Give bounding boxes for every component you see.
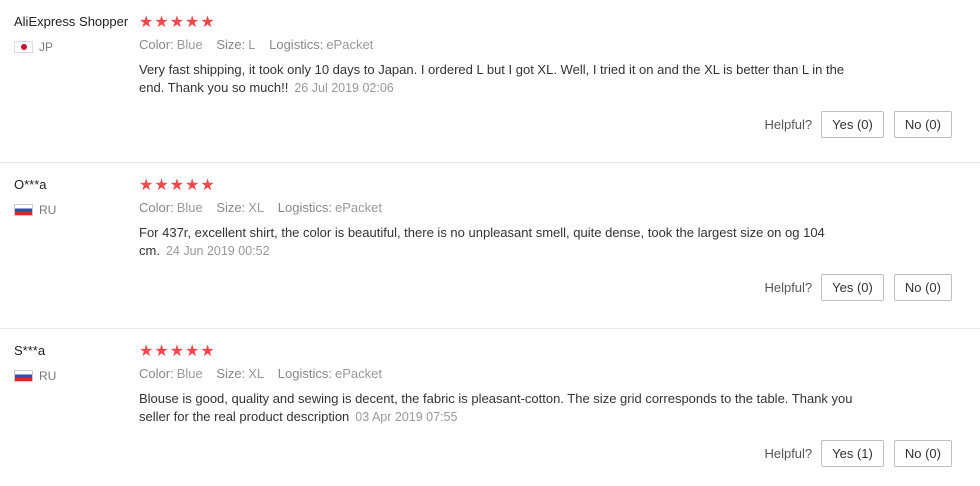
review-date: 24 Jun 2019 00:52 [165,244,270,258]
helpful-vote: Helpful? Yes (0) No (0) [764,274,952,301]
order-info: Color: Blue Size: XL Logistics: ePacket [139,366,392,381]
helpful-vote: Helpful? Yes (1) No (0) [764,440,952,467]
review-item: AliExpress Shopper JP ★★★★★ Color: Blue S… [0,0,980,162]
helpful-label: Helpful? [764,117,813,132]
review-body: For 437r, excellent shirt, the color is … [139,224,859,260]
logistics-value: ePacket [326,37,374,52]
logistics-value: ePacket [334,366,382,381]
reviewer-name: S***a [14,343,46,358]
reviewer-country: JP [14,40,139,54]
color-label: Color: [139,37,174,52]
review-body: Blouse is good, quality and sewing is de… [139,390,859,426]
logistics-label: Logistics: [277,200,332,215]
helpful-vote: Helpful? Yes (0) No (0) [764,111,952,138]
size-value: L [248,37,256,52]
reviewer-country: RU [14,203,139,217]
star-rating: ★★★★★ [139,14,216,31]
reviewer-info: AliExpress Shopper JP [14,14,139,54]
country-code: JP [39,40,54,54]
reviewer-country: RU [14,369,139,383]
review-list: AliExpress Shopper JP ★★★★★ Color: Blue S… [0,0,980,486]
order-info: Color: Blue Size: L Logistics: ePacket [139,37,383,52]
helpful-yes-button[interactable]: Yes (0) [821,274,884,301]
country-code: RU [39,369,57,383]
russia-flag-icon [14,204,33,216]
reviewer-name: O***a [14,177,47,192]
color-label: Color: [139,200,174,215]
helpful-no-button[interactable]: No (0) [893,274,952,301]
star-rating: ★★★★★ [139,177,216,194]
review-date: 26 Jul 2019 02:06 [294,81,394,95]
japan-flag-icon [14,41,33,53]
color-value: Blue [176,37,203,52]
logistics-label: Logistics: [277,366,332,381]
color-value: Blue [176,366,203,381]
helpful-label: Helpful? [764,280,813,295]
helpful-yes-button[interactable]: Yes (0) [821,111,884,138]
logistics-value: ePacket [334,200,382,215]
size-label: Size: [216,366,246,381]
review-text: Blouse is good, quality and sewing is de… [139,391,853,424]
size-label: Size: [216,37,246,52]
helpful-no-button[interactable]: No (0) [893,111,952,138]
reviewer-name: AliExpress Shopper [14,14,129,29]
review-text: Very fast shipping, it took only 10 days… [139,62,845,95]
color-label: Color: [139,366,174,381]
russia-flag-icon [14,370,33,382]
helpful-label: Helpful? [764,446,813,461]
size-value: XL [248,200,265,215]
star-rating: ★★★★★ [139,343,216,360]
order-info: Color: Blue Size: XL Logistics: ePacket [139,200,392,215]
helpful-yes-button[interactable]: Yes (1) [821,440,884,467]
size-value: XL [248,366,265,381]
reviewer-info: O***a RU [14,177,139,217]
review-item: O***a RU ★★★★★ Color: Blue Size: XL Logist… [0,162,980,328]
color-value: Blue [176,200,203,215]
country-code: RU [39,203,57,217]
review-body: Very fast shipping, it took only 10 days… [139,61,859,97]
helpful-no-button[interactable]: No (0) [893,440,952,467]
review-date: 03 Apr 2019 07:55 [355,410,458,424]
logistics-label: Logistics: [269,37,324,52]
reviewer-info: S***a RU [14,343,139,383]
size-label: Size: [216,200,246,215]
review-item: S***a RU ★★★★★ Color: Blue Size: XL Logist… [0,328,980,486]
